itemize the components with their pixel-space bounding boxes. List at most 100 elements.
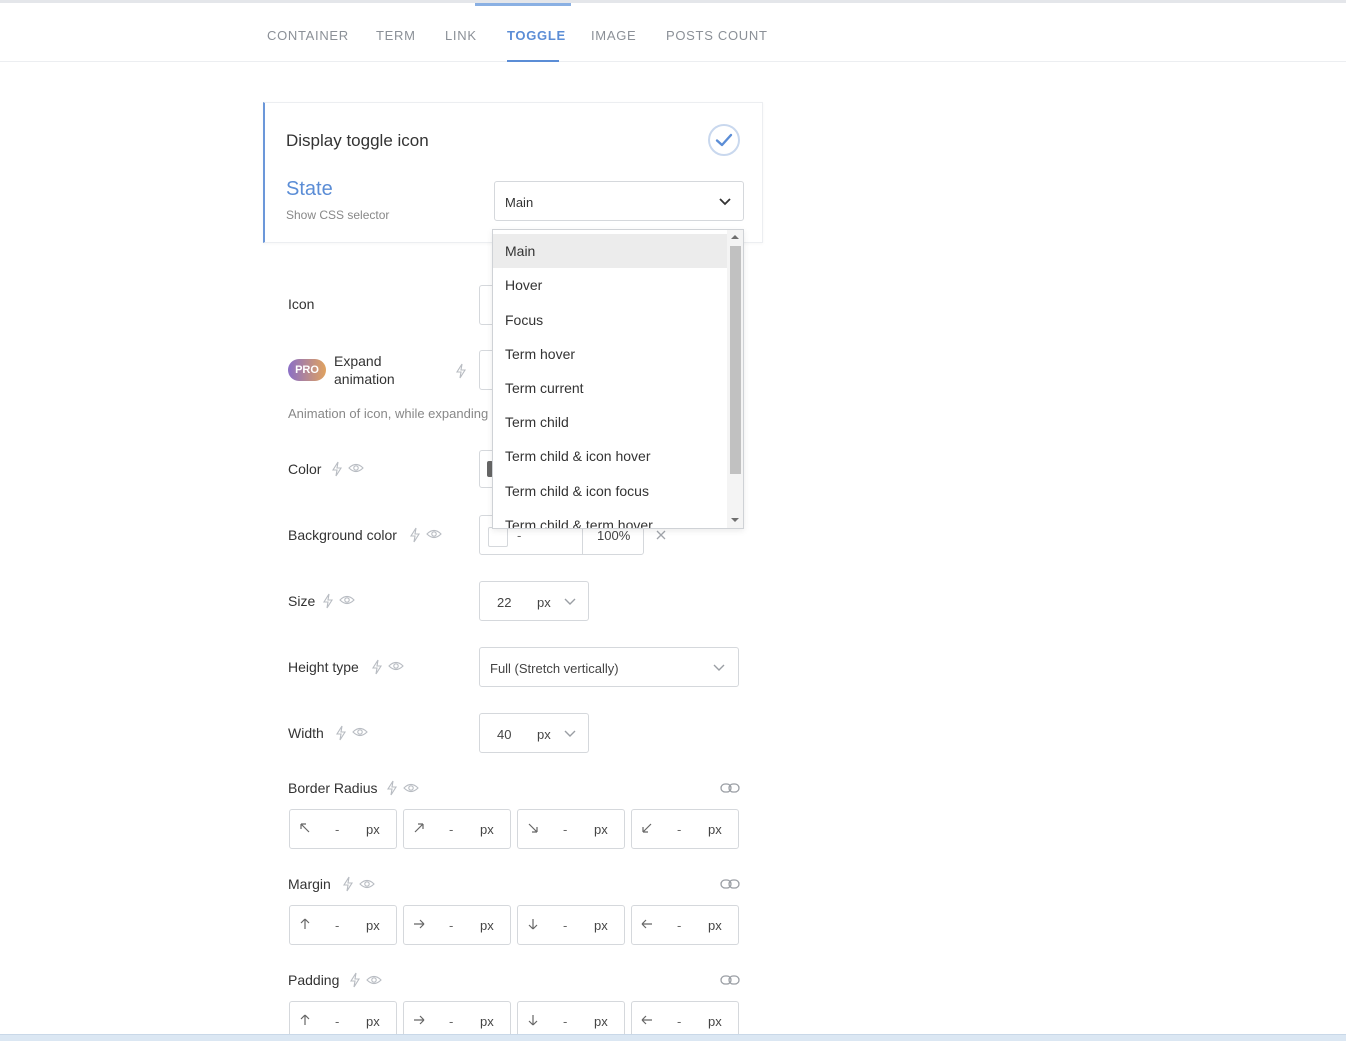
eye-icon[interactable] xyxy=(359,878,375,890)
value: - xyxy=(563,822,568,837)
dropdown-option-hover[interactable]: Hover xyxy=(493,268,728,302)
unit[interactable]: px xyxy=(366,822,380,837)
expand-animation-label-2: animation xyxy=(334,371,395,387)
state-select-value: Main xyxy=(505,195,534,210)
unit[interactable]: px xyxy=(594,822,608,837)
eye-icon[interactable] xyxy=(366,974,382,986)
active-tab-underline xyxy=(507,60,559,62)
pro-badge: PRO xyxy=(288,359,326,381)
expand-animation-label-1: Expand xyxy=(334,353,382,369)
arrow-up-icon xyxy=(300,918,310,929)
unit[interactable]: px xyxy=(366,918,380,933)
size-unit[interactable]: px xyxy=(537,595,551,610)
option-label: Term hover xyxy=(505,346,576,362)
dropdown-scrollbar[interactable] xyxy=(727,230,743,528)
scrollbar-thumb[interactable] xyxy=(730,246,741,474)
bolt-icon[interactable] xyxy=(342,876,354,892)
dropdown-option-main[interactable]: Main xyxy=(493,234,728,268)
eye-icon[interactable] xyxy=(348,462,364,474)
value: - xyxy=(449,1014,454,1029)
chevron-down-icon[interactable] xyxy=(564,730,576,738)
unit[interactable]: px xyxy=(594,1014,608,1029)
unit[interactable]: px xyxy=(480,918,494,933)
eye-icon[interactable] xyxy=(339,594,355,606)
link-icon[interactable] xyxy=(720,782,740,794)
value: - xyxy=(449,918,454,933)
dropdown-option-term-child-icon-focus[interactable]: Term child & icon focus xyxy=(493,474,728,508)
dropdown-option-focus[interactable]: Focus xyxy=(493,303,728,337)
unit[interactable]: px xyxy=(708,822,722,837)
tab-link[interactable]: LINK xyxy=(445,28,477,43)
eye-icon[interactable] xyxy=(403,782,419,794)
tab-term[interactable]: TERM xyxy=(376,28,416,43)
option-label: Hover xyxy=(505,277,543,293)
state-select[interactable]: Main xyxy=(494,181,744,221)
unit[interactable]: px xyxy=(480,822,494,837)
bolt-icon[interactable] xyxy=(386,780,398,796)
bolt-icon[interactable] xyxy=(331,461,343,477)
scroll-up-arrow-icon[interactable] xyxy=(731,234,739,240)
tab-toggle[interactable]: TOGGLE xyxy=(507,28,566,43)
dropdown-option-term-child-term-hover[interactable]: Term child & term hover xyxy=(493,508,728,529)
size-input[interactable]: 22 px xyxy=(479,581,589,621)
value: - xyxy=(677,822,682,837)
tab-container[interactable]: CONTAINER xyxy=(267,28,349,43)
margin-left[interactable]: - px xyxy=(631,905,739,945)
margin-bottom[interactable]: - px xyxy=(517,905,625,945)
bolt-icon[interactable] xyxy=(322,593,334,609)
dropdown-option-term-current[interactable]: Term current xyxy=(493,371,728,405)
value: - xyxy=(677,918,682,933)
value: - xyxy=(563,918,568,933)
value: - xyxy=(677,1014,682,1029)
scroll-down-arrow-icon[interactable] xyxy=(731,517,739,523)
bolt-icon[interactable] xyxy=(409,527,421,543)
show-css-selector-link[interactable]: Show CSS selector xyxy=(286,208,389,222)
option-label: Main xyxy=(505,243,536,259)
width-input[interactable]: 40 px xyxy=(479,713,589,753)
background-color-opacity[interactable]: 100% xyxy=(597,528,630,543)
check-icon xyxy=(715,133,733,147)
option-label: Focus xyxy=(505,312,544,328)
size-value: 22 xyxy=(497,595,512,610)
eye-icon[interactable] xyxy=(352,726,368,738)
width-unit[interactable]: px xyxy=(537,727,551,742)
chevron-down-icon xyxy=(719,198,731,206)
border-radius-bottom-right[interactable]: - px xyxy=(517,809,625,849)
bolt-icon[interactable] xyxy=(335,725,347,741)
margin-top[interactable]: - px xyxy=(289,905,397,945)
option-label: Term child & term hover xyxy=(505,517,653,529)
option-label: Term child & icon hover xyxy=(505,448,651,464)
eye-icon[interactable] xyxy=(426,528,442,540)
margin-label: Margin xyxy=(288,876,331,892)
height-type-label: Height type xyxy=(288,659,359,675)
tab-image[interactable]: IMAGE xyxy=(591,28,636,43)
unit[interactable]: px xyxy=(594,918,608,933)
height-type-select[interactable]: Full (Stretch vertically) xyxy=(479,647,739,687)
eye-icon[interactable] xyxy=(388,660,404,672)
unit[interactable]: px xyxy=(708,1014,722,1029)
width-label: Width xyxy=(288,725,324,741)
background-color-swatch[interactable] xyxy=(488,527,508,547)
clear-icon[interactable] xyxy=(656,530,666,540)
unit[interactable]: px xyxy=(480,1014,494,1029)
link-icon[interactable] xyxy=(720,974,740,986)
state-dropdown-list[interactable]: Main Hover Focus Term hover Term current… xyxy=(492,229,744,529)
bolt-icon[interactable] xyxy=(455,363,467,379)
border-radius-bottom-left[interactable]: - px xyxy=(631,809,739,849)
link-icon[interactable] xyxy=(720,878,740,890)
border-radius-top-left[interactable]: - px xyxy=(289,809,397,849)
unit[interactable]: px xyxy=(708,918,722,933)
unit[interactable]: px xyxy=(366,1014,380,1029)
option-label: Term child & icon focus xyxy=(505,483,649,499)
dropdown-option-term-hover[interactable]: Term hover xyxy=(493,337,728,371)
chevron-down-icon[interactable] xyxy=(564,598,576,606)
dropdown-option-term-child[interactable]: Term child xyxy=(493,405,728,439)
display-toggle-checkbox[interactable] xyxy=(708,124,740,156)
tab-posts-count[interactable]: POSTS COUNT xyxy=(666,28,768,43)
arrow-up-right-icon xyxy=(414,823,424,833)
dropdown-option-term-child-icon-hover[interactable]: Term child & icon hover xyxy=(493,439,728,473)
border-radius-top-right[interactable]: - px xyxy=(403,809,511,849)
margin-right[interactable]: - px xyxy=(403,905,511,945)
bolt-icon[interactable] xyxy=(349,972,361,988)
bolt-icon[interactable] xyxy=(371,659,383,675)
